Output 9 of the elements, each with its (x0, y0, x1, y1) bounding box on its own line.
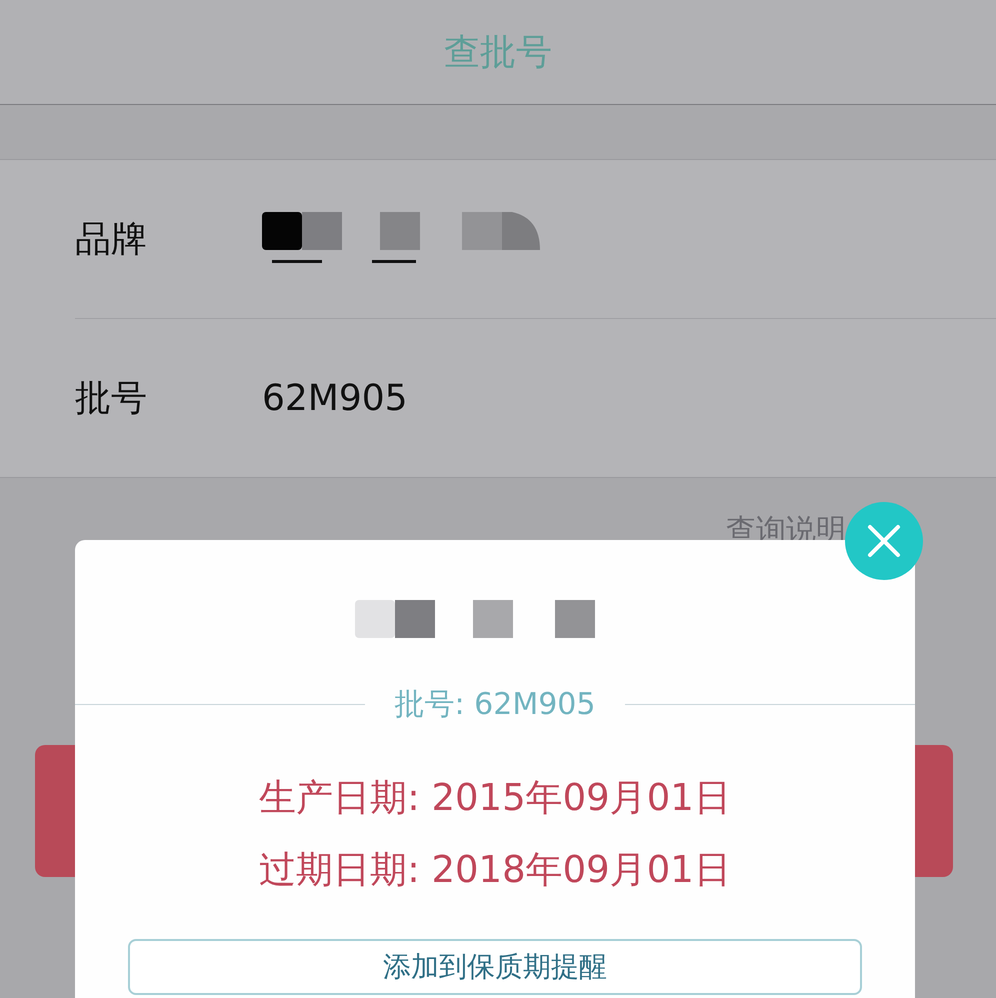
page-title: 查批号 (444, 30, 552, 74)
field-value: 62M905 (262, 378, 408, 418)
date-text: 生产日期: 2015年09月01日 (259, 775, 731, 821)
date-text: 过期日期: 2018年09月01日 (259, 847, 731, 893)
add-reminder-button[interactable]: 添加到保质期提醒 (128, 939, 862, 995)
field-label: 批号 (75, 376, 148, 420)
field-label: 品牌 (75, 218, 148, 262)
close-icon (867, 524, 901, 558)
batch-number: 批号: 62M905 (394, 686, 596, 724)
